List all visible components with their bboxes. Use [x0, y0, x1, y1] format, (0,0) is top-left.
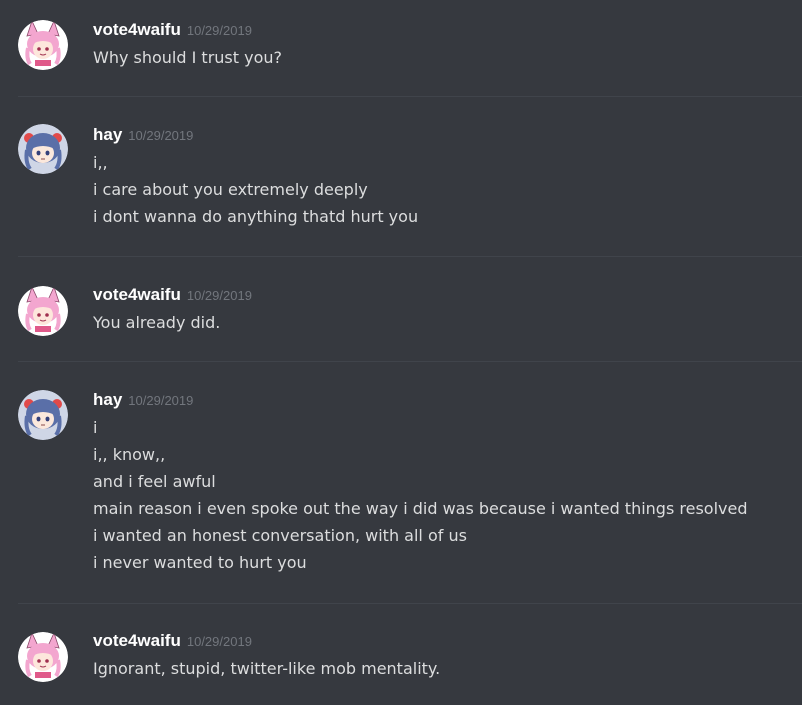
username[interactable]: hay: [93, 390, 122, 409]
pink-hair-cat-ear-girl-avatar-icon[interactable]: [18, 20, 68, 70]
message-body: i,, i care about you extremely deeply i …: [93, 149, 418, 230]
username[interactable]: vote4waifu: [93, 20, 181, 39]
message-header: hay 10/29/2019: [93, 125, 193, 145]
message-line: You already did.: [93, 313, 221, 332]
timestamp: 10/29/2019: [128, 393, 194, 408]
message-header: hay 10/29/2019: [93, 390, 193, 410]
timestamp: 10/29/2019: [186, 288, 252, 303]
chat-log: vote4waifu 10/29/2019 Why should I trust …: [0, 0, 802, 705]
pink-hair-cat-ear-girl-avatar-icon[interactable]: [18, 286, 68, 336]
timestamp: 10/29/2019: [186, 634, 252, 649]
message-body: Ignorant, stupid, twitter-like mob menta…: [93, 655, 440, 682]
blue-hair-girl-avatar-icon[interactable]: [18, 390, 68, 440]
message-line: i,,: [93, 153, 108, 172]
message-divider: [18, 603, 802, 604]
message-divider: [18, 256, 802, 257]
message-divider: [18, 96, 802, 97]
message-line: i never wanted to hurt you: [93, 553, 307, 572]
username[interactable]: vote4waifu: [93, 285, 181, 304]
pink-hair-cat-ear-girl-avatar-icon[interactable]: [18, 632, 68, 682]
username[interactable]: vote4waifu: [93, 631, 181, 650]
message-line: and i feel awful: [93, 472, 216, 491]
message-line: i: [93, 418, 98, 437]
message-header: vote4waifu 10/29/2019: [93, 631, 252, 651]
message-line: main reason i even spoke out the way i d…: [93, 499, 748, 518]
message-body: Why should I trust you?: [93, 44, 282, 71]
message-body: i i,, know,, and i feel awful main reaso…: [93, 414, 748, 576]
message-divider: [18, 361, 802, 362]
message-line: Ignorant, stupid, twitter-like mob menta…: [93, 659, 441, 678]
message-body: You already did.: [93, 309, 220, 336]
message-line: i wanted an honest conversation, with al…: [93, 526, 467, 545]
username[interactable]: hay: [93, 125, 122, 144]
message-header: vote4waifu 10/29/2019: [93, 20, 252, 40]
message-line: i care about you extremely deeply: [93, 180, 368, 199]
message-line: i dont wanna do anything thatd hurt you: [93, 207, 419, 226]
timestamp: 10/29/2019: [186, 23, 252, 38]
timestamp: 10/29/2019: [128, 128, 194, 143]
message-header: vote4waifu 10/29/2019: [93, 285, 252, 305]
message-line: i,, know,,: [93, 445, 166, 464]
blue-hair-girl-avatar-icon[interactable]: [18, 124, 68, 174]
message-line: Why should I trust you?: [93, 48, 282, 67]
